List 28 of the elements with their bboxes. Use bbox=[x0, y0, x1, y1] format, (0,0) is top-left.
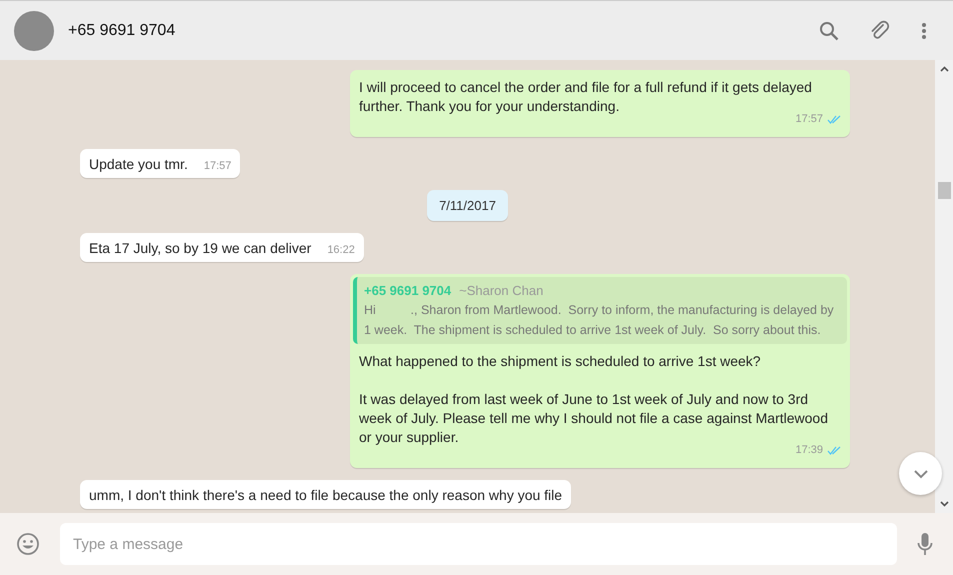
search-icon[interactable] bbox=[819, 20, 839, 40]
quoted-message[interactable]: +65 9691 9704 ~Sharon Chan Hi ., Sharon from Martlewood. Sorry to inform, the manufacturing is delayed by 1 week. The shipment is scheduled to arrive 1st week of July. So sorry about this. bbox=[353, 277, 847, 344]
message-time: 16:22 bbox=[327, 243, 355, 258]
message-text: What happened to the shipment is scheduled to arrive 1st week? It was delayed from last week of June to 1st week of July and now to 3rd week of July. Please tell me why I should not file a case against Martlewood or your supplier. bbox=[359, 352, 829, 445]
message-time: 17:57 bbox=[795, 112, 823, 127]
paperclip-icon[interactable] bbox=[869, 20, 891, 42]
message-text: Update you tmr. bbox=[89, 155, 188, 174]
date-chip: 7/11/2017 bbox=[427, 190, 508, 221]
menu-icon[interactable] bbox=[921, 22, 927, 40]
avatar[interactable] bbox=[14, 10, 54, 50]
microphone-icon[interactable] bbox=[917, 532, 933, 556]
quote-name: ~Sharon Chan bbox=[459, 282, 544, 300]
message-input[interactable]: Type a message bbox=[60, 523, 897, 565]
scroll-down-icon[interactable] bbox=[940, 501, 948, 507]
scroll-up-icon[interactable] bbox=[940, 66, 948, 72]
scroll-down-button[interactable] bbox=[899, 452, 942, 495]
message-time: 17:39 bbox=[795, 443, 823, 458]
message-text: I will proceed to cancel the order and file for a full refund if it gets delayed further. Thank you for your understanding. bbox=[359, 78, 813, 114]
message-text: Eta 17 July, so by 19 we can deliver bbox=[89, 239, 312, 258]
scrollbar[interactable] bbox=[935, 60, 953, 513]
quote-sender: +65 9691 9704 bbox=[364, 282, 452, 300]
quote-text: Hi ., Sharon from Martlewood. Sorry to inform, the manufacturing is delayed by 1 week. The shipment is scheduled to arrive 1st week of July. So sorry about this. bbox=[364, 302, 835, 339]
message-text: umm, I don't think there's a need to file because the only reason why you file bbox=[89, 486, 562, 505]
contact-name: +65 9691 9704 bbox=[68, 22, 176, 40]
chevron-down-icon bbox=[912, 468, 928, 478]
scroll-thumb[interactable] bbox=[938, 182, 950, 199]
message-time: 17:57 bbox=[204, 159, 232, 174]
emoji-icon[interactable] bbox=[16, 532, 40, 556]
